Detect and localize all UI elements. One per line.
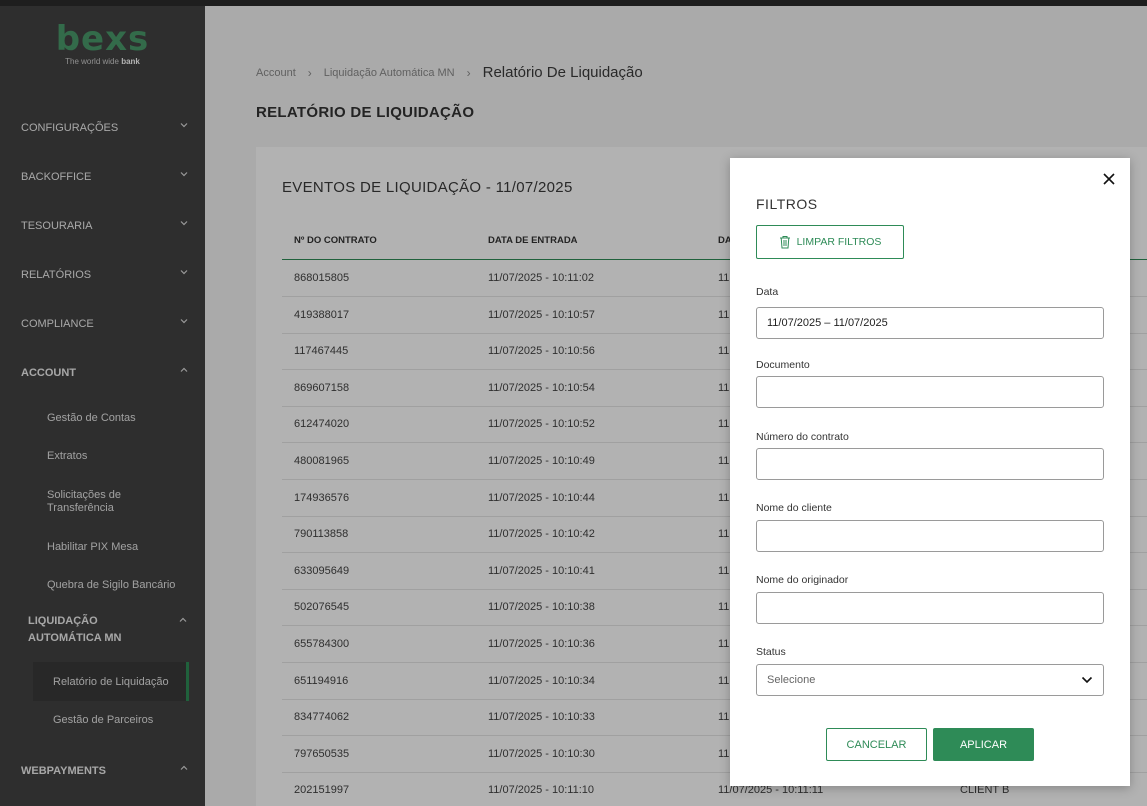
clear-filters-button[interactable]: LIMPAR FILTROS	[756, 225, 904, 259]
cliente-label: Nome do cliente	[756, 502, 832, 514]
close-icon[interactable]	[1102, 172, 1116, 186]
clear-filters-label: LIMPAR FILTROS	[796, 236, 882, 248]
trash-icon	[779, 236, 790, 249]
cancel-button[interactable]: CANCELAR	[826, 728, 927, 761]
status-select[interactable]: Selecione	[756, 664, 1104, 696]
status-label: Status	[756, 646, 786, 658]
filters-modal: FILTROS LIMPAR FILTROS Data 11/07/2025 –…	[730, 158, 1130, 786]
originador-label: Nome do originador	[756, 574, 849, 586]
contrato-label: Número do contrato	[756, 431, 849, 443]
chevron-down-icon	[1081, 676, 1093, 684]
cliente-field[interactable]	[756, 520, 1104, 552]
documento-field[interactable]	[756, 376, 1104, 408]
originador-field[interactable]	[756, 592, 1104, 624]
apply-button[interactable]: APLICAR	[933, 728, 1034, 761]
status-placeholder: Selecione	[767, 674, 816, 686]
data-label: Data	[756, 286, 779, 298]
modal-title: FILTROS	[756, 196, 818, 212]
contrato-field[interactable]	[756, 448, 1104, 480]
data-field[interactable]: 11/07/2025 – 11/07/2025	[756, 307, 1104, 339]
documento-label: Documento	[756, 359, 810, 371]
